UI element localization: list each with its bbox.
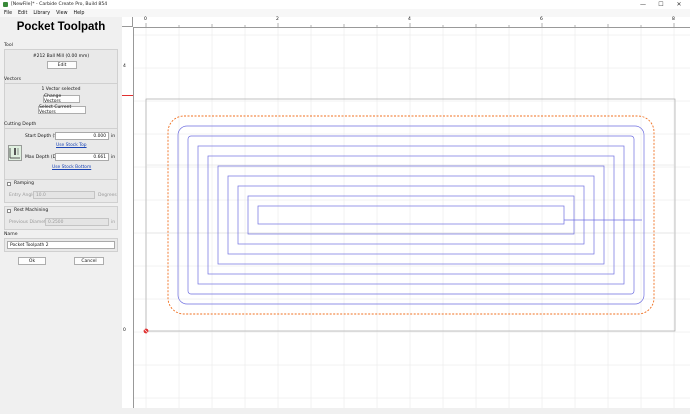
depth-diagram-icon	[8, 145, 22, 161]
status-bar	[0, 408, 690, 414]
ruler-left: 4 0	[122, 27, 134, 408]
ramping-label: Ramping	[14, 181, 34, 186]
app-icon	[3, 2, 8, 7]
toolpath-name-input[interactable]: Pocket Toolpath 2	[7, 241, 115, 249]
pocket-toolpath	[177, 125, 645, 305]
max-depth-input[interactable]: 0.661	[55, 153, 109, 161]
minimize-icon[interactable]: —	[634, 0, 652, 9]
design-canvas[interactable]	[134, 28, 690, 408]
ruler-top: 0 2 4 6 8	[133, 17, 690, 28]
ruler-top-label-8: 8	[672, 17, 675, 22]
ramping-checkbox[interactable]	[7, 182, 11, 186]
ruler-left-label-4: 4	[123, 64, 126, 69]
title-bar: [NewFile]* - Carbide Create Pro, Build 8…	[0, 0, 690, 9]
rest-machining-box: Rest Machining Previous Diameter 0.2500 …	[4, 206, 118, 230]
maximize-icon[interactable]: ☐	[652, 0, 670, 9]
ruler-corner	[122, 17, 133, 27]
toolpath-preview	[134, 28, 690, 408]
change-vectors-button[interactable]: Change Vectors	[43, 94, 80, 104]
max-depth-label: Max Depth (D)	[25, 155, 58, 160]
menu-file[interactable]: File	[4, 11, 12, 16]
ok-button[interactable]: Ok	[18, 257, 46, 265]
cutting-depth-section-label: Cutting Depth	[4, 122, 37, 127]
use-stock-top-link[interactable]: Use Stock Top	[56, 143, 87, 148]
menu-edit[interactable]: Edit	[18, 11, 27, 16]
ruler-left-marker	[122, 95, 133, 96]
ruler-top-label-0: 0	[144, 17, 147, 22]
menu-view[interactable]: View	[56, 11, 67, 16]
select-current-vectors-button[interactable]: Select Current Vectors	[38, 105, 86, 115]
rest-machining-checkbox[interactable]	[7, 209, 11, 213]
tool-name: #212 Ball Mill (0.00 mm)	[32, 54, 90, 59]
rest-machining-label: Rest Machining	[14, 208, 49, 213]
ramping-box: Ramping Entry Angle 10.0 Degrees	[4, 179, 118, 203]
ruler-top-label-6: 6	[540, 17, 543, 22]
start-depth-input[interactable]: 0.000	[55, 132, 109, 140]
previous-diameter-input[interactable]: 0.2500	[45, 218, 109, 226]
name-box: Pocket Toolpath 2	[4, 238, 118, 252]
menu-library[interactable]: Library	[33, 11, 50, 16]
entry-angle-label: Entry Angle	[9, 193, 36, 198]
canvas-grid	[134, 28, 690, 408]
start-depth-label: Start Depth (S)	[25, 134, 59, 139]
start-depth-unit: in	[111, 134, 116, 139]
tool-section-label: Tool	[4, 43, 13, 48]
pocket-toolpath-panel: Pocket Toolpath Tool #212 Ball Mill (0.0…	[0, 17, 123, 408]
menu-help[interactable]: Help	[74, 11, 85, 16]
edit-tool-button[interactable]: Edit	[47, 61, 77, 69]
ruler-top-ticks	[145, 23, 675, 27]
vectors-selected-text: 1 Vector selected	[41, 87, 81, 92]
entry-angle-input[interactable]: 10.0	[33, 191, 95, 199]
ruler-left-label-0: 0	[123, 328, 126, 333]
origin-icon	[142, 327, 150, 335]
window-title: [NewFile]* - Carbide Create Pro, Build 8…	[11, 2, 108, 7]
ruler-top-label-2: 2	[276, 17, 279, 22]
panel-title: Pocket Toolpath	[16, 21, 106, 33]
use-stock-bottom-link[interactable]: Use Stock Bottom	[52, 165, 91, 170]
window-controls: — ☐ ✕	[634, 0, 688, 9]
close-icon[interactable]: ✕	[670, 0, 688, 9]
ruler-top-label-4: 4	[408, 17, 411, 22]
entry-angle-unit: Degrees	[98, 193, 117, 198]
previous-diameter-unit: in	[111, 220, 116, 225]
vectors-section-label: Vectors	[4, 77, 22, 82]
max-depth-unit: in	[111, 155, 116, 160]
name-section-label: Name	[4, 232, 18, 237]
cancel-button[interactable]: Cancel	[74, 257, 104, 265]
